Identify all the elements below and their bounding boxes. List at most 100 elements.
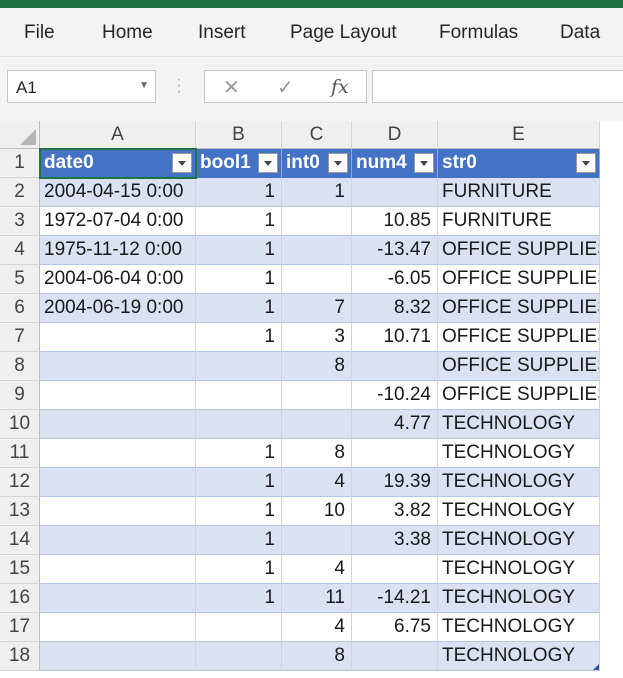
cell-d4[interactable]: -13.47 (352, 236, 438, 265)
cell-c5[interactable] (282, 265, 352, 294)
column-header-e[interactable]: E (438, 121, 600, 149)
cell-e10[interactable]: TECHNOLOGY (438, 410, 600, 439)
cell-a6[interactable]: 2004-06-19 0:00 (40, 294, 196, 323)
cell-c3[interactable] (282, 207, 352, 236)
cell-c15[interactable]: 4 (282, 555, 352, 584)
cell-e16[interactable]: TECHNOLOGY (438, 584, 600, 613)
cell-a15[interactable] (40, 555, 196, 584)
column-header-d[interactable]: D (352, 121, 438, 149)
cell-d11[interactable] (352, 439, 438, 468)
cell-a11[interactable] (40, 439, 196, 468)
cell-b5[interactable]: 1 (196, 265, 282, 294)
cell-e6[interactable]: OFFICE SUPPLIES (438, 294, 600, 323)
cell-b8[interactable] (196, 352, 282, 381)
row-header-15[interactable]: 15 (0, 555, 40, 584)
cell-b9[interactable] (196, 381, 282, 410)
cell-b14[interactable]: 1 (196, 526, 282, 555)
table-header-str0[interactable]: str0 (438, 149, 600, 178)
column-header-b[interactable]: B (196, 121, 282, 149)
cell-c9[interactable] (282, 381, 352, 410)
cell-a3[interactable]: 1972-07-04 0:00 (40, 207, 196, 236)
cell-a7[interactable] (40, 323, 196, 352)
filter-dropdown-icon[interactable] (258, 153, 278, 173)
cell-b2[interactable]: 1 (196, 178, 282, 207)
column-header-c[interactable]: C (282, 121, 352, 149)
cell-a9[interactable] (40, 381, 196, 410)
tab-formulas[interactable]: Formulas (439, 22, 518, 44)
table-resize-handle[interactable] (593, 664, 599, 670)
row-header-4[interactable]: 4 (0, 236, 40, 265)
cell-a17[interactable] (40, 613, 196, 642)
row-header-3[interactable]: 3 (0, 207, 40, 236)
row-header-14[interactable]: 14 (0, 526, 40, 555)
enter-icon[interactable]: ✓ (277, 75, 294, 100)
cell-e13[interactable]: TECHNOLOGY (438, 497, 600, 526)
select-all-button[interactable] (0, 121, 40, 149)
cell-e3[interactable]: FURNITURE (438, 207, 600, 236)
cell-c7[interactable]: 3 (282, 323, 352, 352)
cell-b18[interactable] (196, 642, 282, 671)
cell-d2[interactable] (352, 178, 438, 207)
cell-c10[interactable] (282, 410, 352, 439)
cell-e7[interactable]: OFFICE SUPPLIES (438, 323, 600, 352)
cell-e2[interactable]: FURNITURE (438, 178, 600, 207)
cell-a12[interactable] (40, 468, 196, 497)
cell-d10[interactable]: 4.77 (352, 410, 438, 439)
tab-file[interactable]: File (24, 22, 55, 44)
cell-b13[interactable]: 1 (196, 497, 282, 526)
cell-d13[interactable]: 3.82 (352, 497, 438, 526)
cell-b10[interactable] (196, 410, 282, 439)
row-header-2[interactable]: 2 (0, 178, 40, 207)
cell-d16[interactable]: -14.21 (352, 584, 438, 613)
cell-a18[interactable] (40, 642, 196, 671)
tab-page-layout[interactable]: Page Layout (290, 22, 397, 44)
row-header-6[interactable]: 6 (0, 294, 40, 323)
cell-c12[interactable]: 4 (282, 468, 352, 497)
row-header-17[interactable]: 17 (0, 613, 40, 642)
cell-c6[interactable]: 7 (282, 294, 352, 323)
row-header-1[interactable]: 1 (0, 149, 40, 178)
cell-a16[interactable] (40, 584, 196, 613)
cell-d12[interactable]: 19.39 (352, 468, 438, 497)
cell-d7[interactable]: 10.71 (352, 323, 438, 352)
cell-b17[interactable] (196, 613, 282, 642)
cell-b7[interactable]: 1 (196, 323, 282, 352)
cell-c13[interactable]: 10 (282, 497, 352, 526)
cell-a4[interactable]: 1975-11-12 0:00 (40, 236, 196, 265)
cell-b11[interactable]: 1 (196, 439, 282, 468)
cell-c14[interactable] (282, 526, 352, 555)
cell-e17[interactable]: TECHNOLOGY (438, 613, 600, 642)
table-header-bool1[interactable]: bool1 (196, 149, 282, 178)
cell-c18[interactable]: 8 (282, 642, 352, 671)
formula-input[interactable] (372, 70, 623, 103)
row-header-16[interactable]: 16 (0, 584, 40, 613)
cell-c11[interactable]: 8 (282, 439, 352, 468)
cell-e12[interactable]: TECHNOLOGY (438, 468, 600, 497)
filter-dropdown-icon[interactable] (328, 153, 348, 173)
cell-c8[interactable]: 8 (282, 352, 352, 381)
cell-c4[interactable] (282, 236, 352, 265)
cell-b12[interactable]: 1 (196, 468, 282, 497)
cell-c17[interactable]: 4 (282, 613, 352, 642)
chevron-down-icon[interactable]: ▼ (139, 80, 149, 91)
cell-a14[interactable] (40, 526, 196, 555)
filter-dropdown-icon[interactable] (172, 153, 192, 173)
row-header-5[interactable]: 5 (0, 265, 40, 294)
cell-e8[interactable]: OFFICE SUPPLIES (438, 352, 600, 381)
cell-b6[interactable]: 1 (196, 294, 282, 323)
cancel-icon[interactable]: ✕ (223, 75, 240, 100)
cell-e5[interactable]: OFFICE SUPPLIES (438, 265, 600, 294)
row-header-10[interactable]: 10 (0, 410, 40, 439)
table-header-num4[interactable]: num4 (352, 149, 438, 178)
cell-a10[interactable] (40, 410, 196, 439)
row-header-11[interactable]: 11 (0, 439, 40, 468)
row-header-7[interactable]: 7 (0, 323, 40, 352)
cell-a13[interactable] (40, 497, 196, 526)
cell-b15[interactable]: 1 (196, 555, 282, 584)
cell-c16[interactable]: 11 (282, 584, 352, 613)
name-box[interactable]: A1 ▼ (7, 70, 156, 103)
row-header-13[interactable]: 13 (0, 497, 40, 526)
tab-insert[interactable]: Insert (198, 22, 246, 44)
cell-b16[interactable]: 1 (196, 584, 282, 613)
cell-b4[interactable]: 1 (196, 236, 282, 265)
